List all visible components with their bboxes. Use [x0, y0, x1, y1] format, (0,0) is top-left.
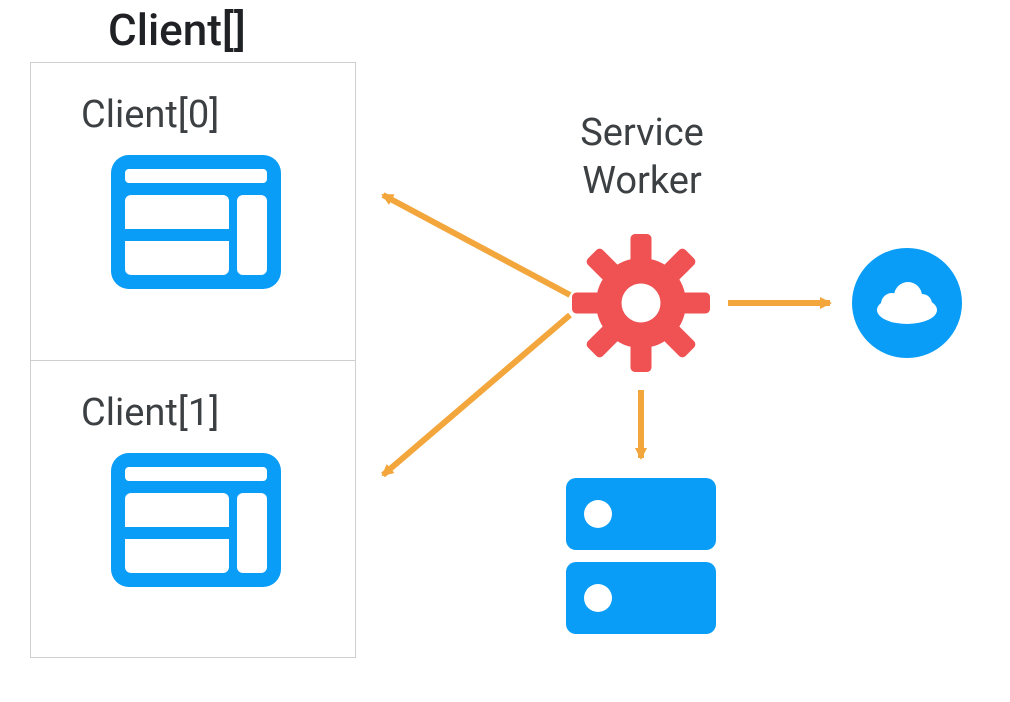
- client-0-label: Client[0]: [81, 93, 219, 137]
- client-0-cell: Client[0]: [31, 63, 355, 361]
- clients-title: Client[]: [108, 4, 246, 56]
- server-icon: [566, 478, 716, 634]
- client-1-cell: Client[1]: [31, 361, 355, 659]
- arrow-sw-to-client0: [383, 195, 570, 295]
- arrow-sw-to-client1: [383, 315, 570, 475]
- gear-icon: [566, 228, 716, 378]
- browser-window-icon: [111, 155, 281, 289]
- service-worker-label-text: ServiceWorker: [580, 111, 704, 203]
- clients-container: Client[0] Client[1]: [30, 62, 356, 658]
- cloud-icon: [852, 248, 962, 358]
- client-1-label: Client[1]: [81, 391, 219, 435]
- service-worker-label: ServiceWorker: [512, 110, 772, 205]
- diagram-canvas: Client[] Client[0] Client[1]: [0, 0, 1010, 702]
- browser-window-icon: [111, 453, 281, 587]
